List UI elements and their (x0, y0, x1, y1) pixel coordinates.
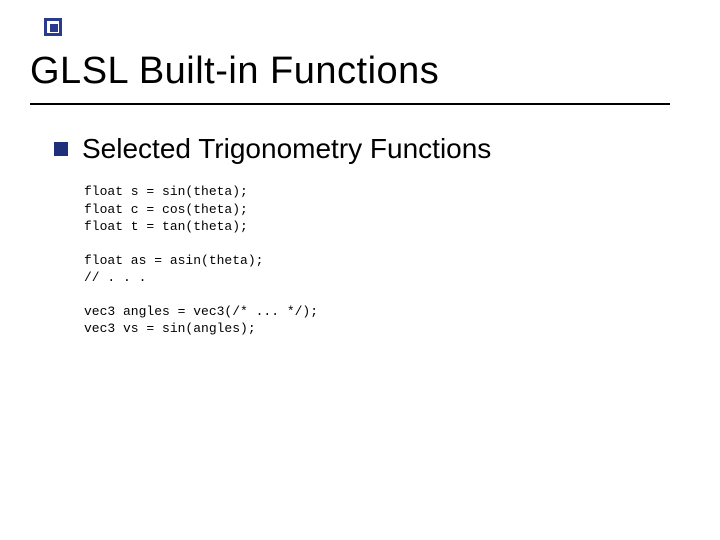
code-block-2: float as = asin(theta); // . . . (84, 252, 690, 287)
slide-body: Selected Trigonometry Functions float s … (30, 133, 690, 338)
bullet-text: Selected Trigonometry Functions (82, 133, 491, 165)
accent-fill-icon (50, 24, 58, 32)
code-block-1: float s = sin(theta); float c = cos(thet… (84, 183, 690, 236)
bullet-square-icon (54, 142, 68, 156)
slide: GLSL Built-in Functions Selected Trigono… (0, 0, 720, 540)
bullet-row: Selected Trigonometry Functions (54, 133, 690, 165)
accent-box-icon (44, 18, 62, 36)
title-underline (30, 103, 670, 105)
code-block-3: vec3 angles = vec3(/* ... */); vec3 vs =… (84, 303, 690, 338)
slide-title: GLSL Built-in Functions (30, 50, 690, 93)
